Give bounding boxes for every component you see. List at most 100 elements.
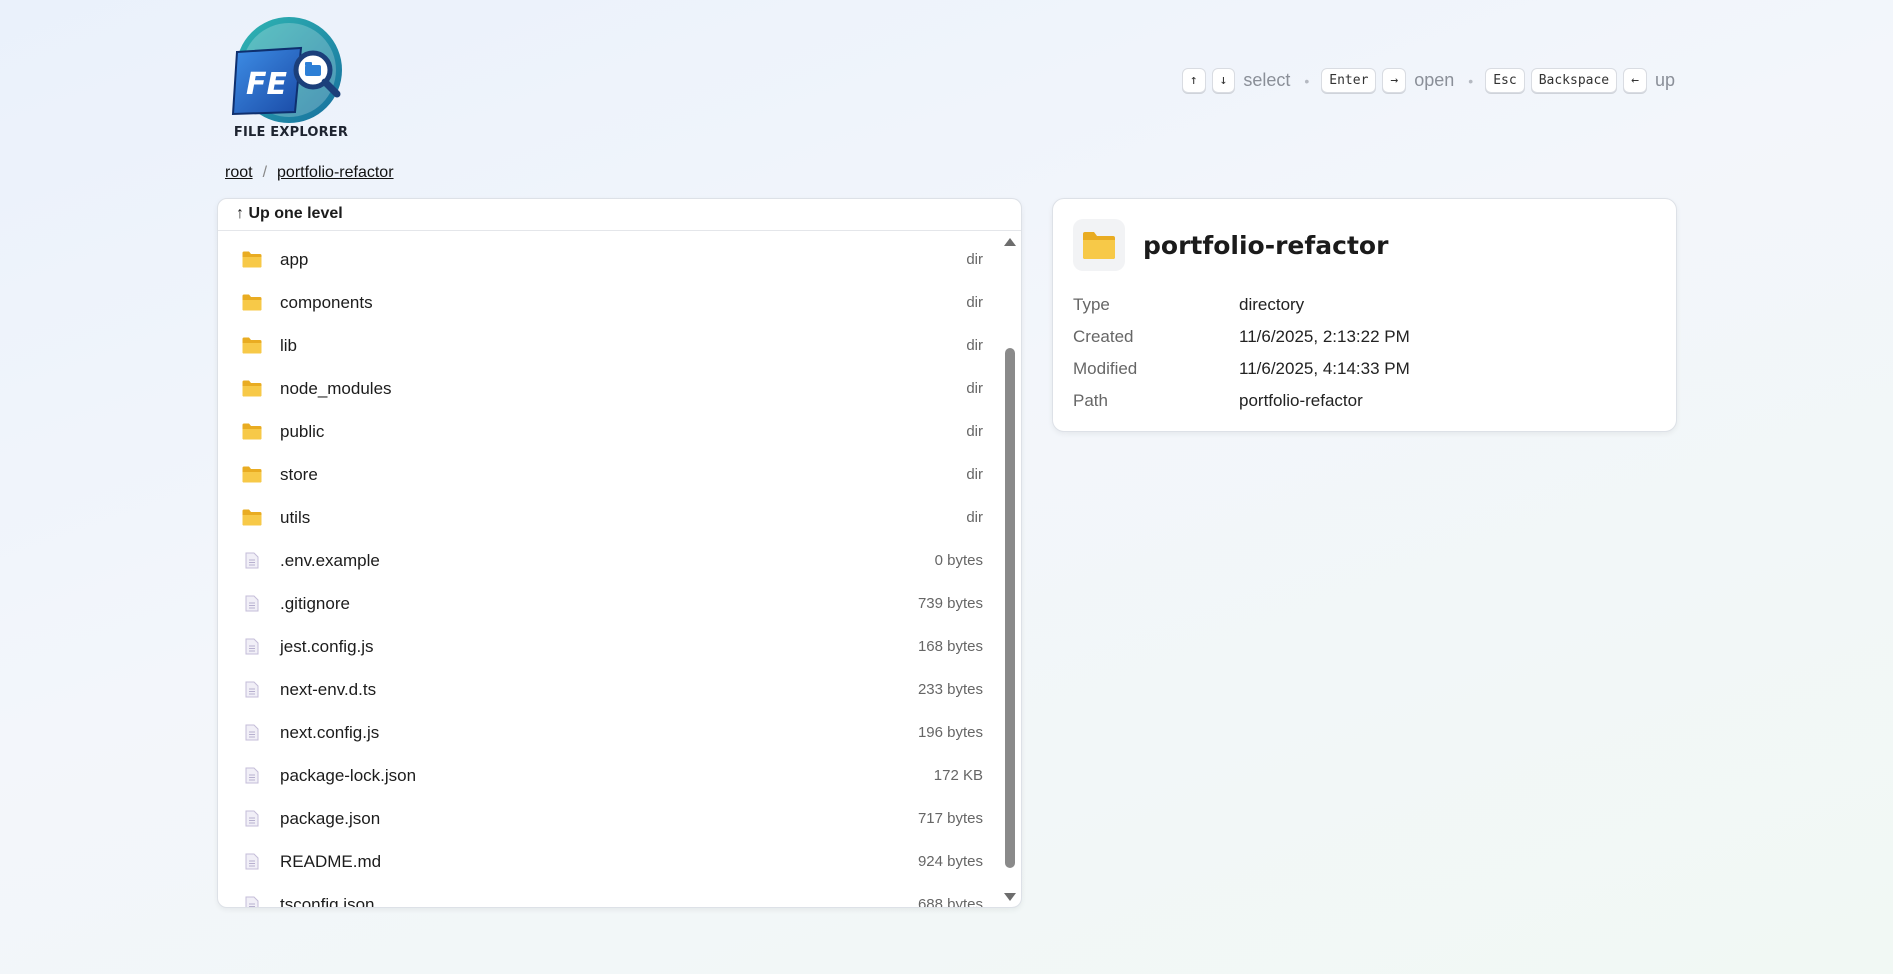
kbd-up-arrow: ↑ [1181,68,1206,93]
list-item-name: jest.config.js [280,636,374,656]
breadcrumb-root-link[interactable]: root [225,164,253,182]
list-item[interactable]: jest.config.js 168 bytes [218,625,999,668]
list-item-name: package.json [280,808,381,828]
list-item-size: dir [966,380,983,397]
list-item[interactable]: tsconfig.json 688 bytes [218,883,999,907]
property-row: Type directory [1073,289,1410,321]
list-item-size: dir [966,509,983,526]
kbd-down-arrow: ↓ [1211,68,1236,93]
shortcut-select-label: select [1243,70,1291,90]
list-item-size: 739 bytes [917,595,983,612]
list-item[interactable]: next-env.d.ts 233 bytes [218,668,999,711]
list-item[interactable]: store dir [218,453,999,496]
list-item-name: utils [280,507,311,527]
list-item[interactable]: utils dir [218,496,999,539]
file-icon [242,637,262,657]
breadcrumb: root / portfolio-refactor [225,164,394,182]
kbd-left-arrow: ← [1623,68,1647,93]
kbd-enter: Enter [1321,68,1377,93]
file-icon [242,895,262,907]
list-item[interactable]: README.md 924 bytes [218,840,999,883]
folder-icon [242,293,262,313]
list-item-name: tsconfig.json [280,894,375,908]
list-item-name: node_modules [280,378,392,398]
list-item[interactable]: app dir [218,238,999,281]
property-row: Created 11/6/2025, 2:13:22 PM [1073,321,1410,353]
scrollbar-thumb[interactable] [1005,348,1015,868]
kbd-esc: Esc [1485,68,1525,93]
list-item[interactable]: public dir [218,410,999,453]
shortcut-up-label: up [1654,70,1675,90]
property-value: portfolio-refactor [1239,391,1363,410]
file-icon [242,723,262,743]
list-item-size: 196 bytes [917,724,983,741]
list-item-size: 168 bytes [917,638,983,655]
file-icon [242,551,262,571]
folder-icon [242,336,262,356]
list-item-size: 172 KB [933,767,983,784]
scroll-down-arrow-icon[interactable] [1004,893,1016,901]
property-row: Path portfolio-refactor [1073,385,1410,417]
list-item-name: lib [280,335,298,355]
property-key: Created [1073,327,1134,346]
kbd-backspace: Backspace [1530,68,1618,93]
list-item[interactable]: package.json 717 bytes [218,797,999,840]
scroll-up-arrow-icon[interactable] [1004,238,1016,246]
list-item-size: 924 bytes [917,853,983,870]
list-item-size: dir [966,466,983,483]
separator-dot: • [1304,72,1310,89]
list-item-size: dir [966,251,983,268]
list-item[interactable]: .gitignore 739 bytes [218,582,999,625]
kbd-right-arrow: → [1382,68,1407,93]
logo-text: FILE EXPLORER [233,125,349,140]
scrollbar[interactable] [999,232,1021,907]
list-item-size: 717 bytes [917,810,983,827]
folder-icon [242,422,262,442]
separator-dot: • [1468,72,1474,89]
file-list: app dir components dir lib dir node_modules dir… [218,232,999,907]
file-icon [242,680,262,700]
list-item-size: dir [966,294,983,311]
details-panel: portfolio-refactor Type directory Created 1… [1052,198,1677,432]
list-item-name: package-lock.json [280,765,417,785]
list-item[interactable]: components dir [218,281,999,324]
list-item-name: app [280,249,309,269]
up-one-level-button[interactable]: ↑ Up one level [218,199,1021,231]
list-item-name: public [280,421,325,441]
logo-mark-icon: FE [231,17,342,123]
list-item-name: README.md [280,851,382,871]
folder-icon [242,465,262,485]
list-item[interactable]: node_modules dir [218,367,999,410]
list-item-name: components [280,292,373,312]
folder-icon [242,508,262,528]
shortcut-open-label: open [1414,70,1455,90]
details-title: portfolio-refactor [1143,230,1389,260]
property-row: Modified 11/6/2025, 4:14:33 PM [1073,353,1410,385]
list-item[interactable]: lib dir [218,324,999,367]
list-item-size: dir [966,423,983,440]
list-item[interactable]: .env.example 0 bytes [218,539,999,582]
property-key: Modified [1073,359,1138,378]
folder-icon [1073,219,1125,271]
list-item-size: 0 bytes [934,552,983,569]
list-item[interactable]: package-lock.json 172 KB [218,754,999,797]
property-key: Path [1073,391,1108,410]
list-item-size: 233 bytes [917,681,983,698]
list-item-name: .gitignore [280,593,350,613]
property-value: 11/6/2025, 2:13:22 PM [1239,327,1410,346]
list-item-name: next.config.js [280,722,380,742]
file-icon [242,766,262,786]
property-value: directory [1239,295,1305,314]
list-item[interactable]: next.config.js 196 bytes [218,711,999,754]
file-icon [242,594,262,614]
file-list-panel: ↑ Up one level app dir components dir lib dir… [217,198,1022,908]
breadcrumb-current-link[interactable]: portfolio-refactor [277,164,394,182]
file-icon [242,852,262,872]
list-item-name: .env.example [280,550,380,570]
list-item-size: 688 bytes [917,896,983,907]
logo-mark-text: FE [246,67,287,102]
file-icon [242,809,262,829]
folder-icon [242,250,262,270]
details-properties: Type directory Created 11/6/2025, 2:13:22 P… [1073,289,1410,417]
list-item-name: next-env.d.ts [280,679,377,699]
